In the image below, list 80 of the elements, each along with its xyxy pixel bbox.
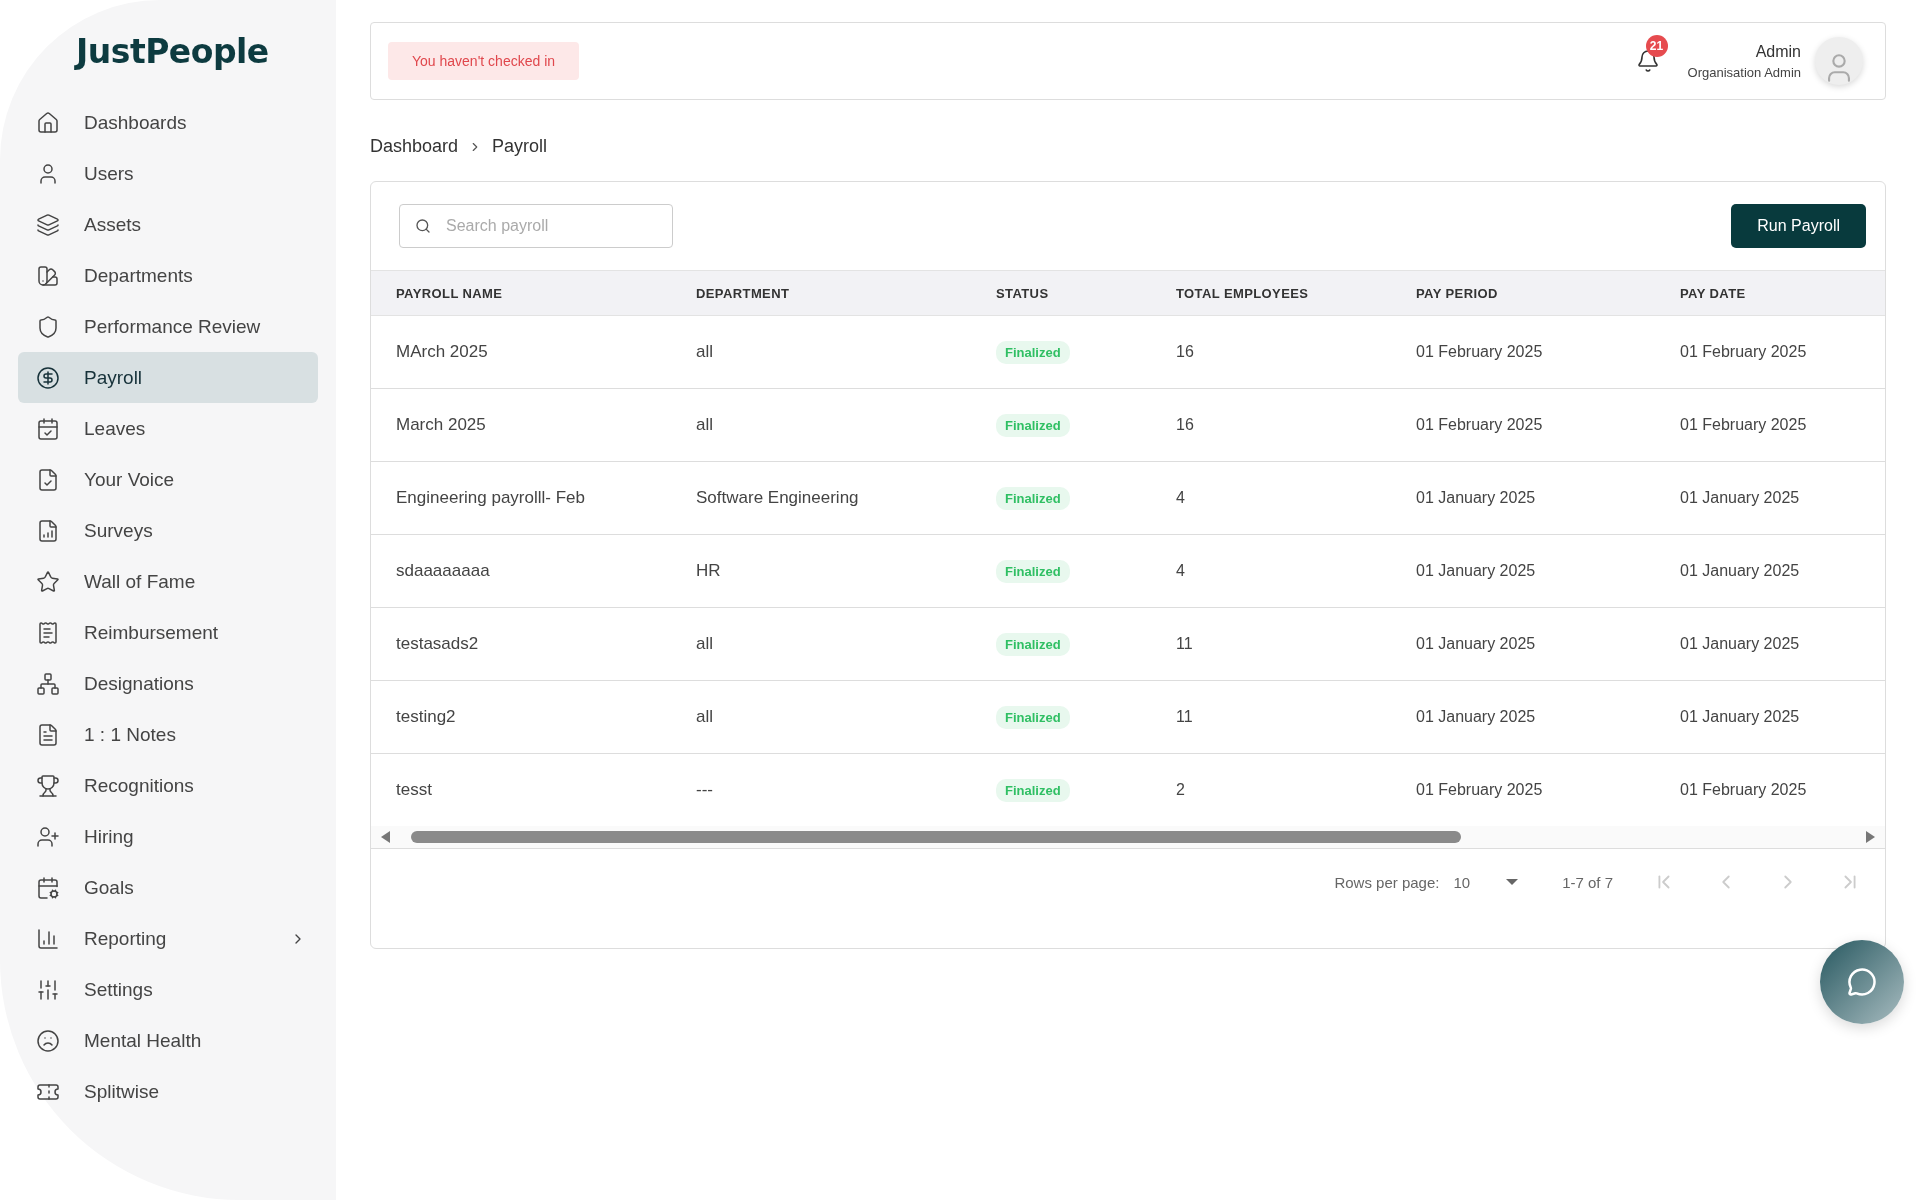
table-cell-text: 01 January 2025 xyxy=(1680,635,1801,653)
brand-logo: JustPeople xyxy=(76,32,269,71)
column-header: TOTAL EMPLOYEES xyxy=(1176,285,1310,301)
sidebar-item[interactable]: Settings xyxy=(18,964,318,1015)
table-cell-text: 4 xyxy=(1176,489,1186,507)
status-tag: Finalized xyxy=(996,705,1070,729)
rows-per-page-select[interactable]: 10 xyxy=(1453,873,1519,891)
column-header: PAY PERIOD xyxy=(1416,285,1499,301)
table-cell-text: Engineering payrolll- Feb xyxy=(396,488,586,508)
user-role: Organisation Admin xyxy=(1687,64,1801,80)
breadcrumb-item: Payroll xyxy=(492,136,548,157)
notification-badge: 21 xyxy=(1645,35,1668,57)
checkin-notice: You haven't checked in xyxy=(388,42,580,80)
table-cell-text: testing2 xyxy=(396,707,457,727)
sidebar-item[interactable]: Reporting xyxy=(18,913,318,964)
run-payroll-button[interactable]: Run Payroll xyxy=(1731,204,1866,248)
table-cell-text: 11 xyxy=(1176,708,1194,726)
table-cell-text: 16 xyxy=(1176,416,1195,434)
sidebar-item[interactable]: Your Voice xyxy=(18,454,318,505)
table-cell-text: 01 January 2025 xyxy=(1416,489,1537,507)
status-tag: Finalized xyxy=(996,559,1070,583)
search-field[interactable]: Search payroll xyxy=(399,204,673,248)
table-cell-text: sdaaaaaaaa xyxy=(396,561,491,581)
user-name: Admin xyxy=(1755,42,1801,61)
sidebar-item[interactable]: Designations xyxy=(18,658,318,709)
status-tag: Finalized xyxy=(996,413,1070,437)
sidebar-item[interactable]: Mental Health xyxy=(18,1015,318,1066)
sidebar-item[interactable]: Payroll xyxy=(18,352,318,403)
table-cell-text: all xyxy=(696,634,714,654)
table-cell-text: 01 January 2025 xyxy=(1416,708,1537,726)
table-cell-text: 11 xyxy=(1176,635,1194,653)
sidebar-item[interactable]: Users xyxy=(18,148,318,199)
table-cell-text: all xyxy=(696,342,714,362)
table-cell-text: Software Engineering xyxy=(696,488,860,508)
sidebar-item[interactable]: Departments xyxy=(18,250,318,301)
sidebar-item[interactable]: Goals xyxy=(18,862,318,913)
table-cell-text: 01 February 2025 xyxy=(1680,781,1808,799)
table-cell-text: 01 February 2025 xyxy=(1416,781,1544,799)
breadcrumb-item[interactable]: Dashboard xyxy=(370,136,459,157)
table-cell-text: 16 xyxy=(1176,343,1195,361)
table-cell-text: 01 February 2025 xyxy=(1680,416,1808,434)
table-cell-text: 4 xyxy=(1176,562,1186,580)
table-cell-text: HR xyxy=(696,561,722,581)
table-cell-text: 2 xyxy=(1176,781,1186,799)
table-cell-text: 01 January 2025 xyxy=(1680,708,1801,726)
column-header: PAY DATE xyxy=(1680,285,1747,301)
page-range: 1-7 of 7 xyxy=(1562,873,1613,891)
rows-per-page-label: Rows per page: xyxy=(1334,873,1440,891)
sidebar-item[interactable]: Performance Review xyxy=(18,301,318,352)
column-header: DEPARTMENT xyxy=(696,285,791,301)
table-cell-text: 01 January 2025 xyxy=(1680,562,1801,580)
sidebar-item[interactable]: Leaves xyxy=(18,403,318,454)
sidebar-item[interactable]: Splitwise xyxy=(18,1066,318,1117)
sidebar-item[interactable]: Reimbursement xyxy=(18,607,318,658)
column-header: PAYROLL NAME xyxy=(396,285,504,301)
sidebar-item[interactable]: Recognitions xyxy=(18,760,318,811)
sidebar-item[interactable]: Assets xyxy=(18,199,318,250)
sidebar-item[interactable]: Dashboards xyxy=(18,97,318,148)
sidebar-item[interactable]: Hiring xyxy=(18,811,318,862)
status-tag: Finalized xyxy=(996,778,1070,802)
status-tag: Finalized xyxy=(996,632,1070,656)
sidebar-item[interactable]: Wall of Fame xyxy=(18,556,318,607)
sidebar-item[interactable]: 1 : 1 Notes xyxy=(18,709,318,760)
table-cell-text: all xyxy=(696,415,714,435)
table-cell-text: 01 January 2025 xyxy=(1416,635,1537,653)
table-cell-text: testasads2 xyxy=(396,634,480,654)
table-cell-text: MArch 2025 xyxy=(396,342,489,362)
table-cell-text: tesst xyxy=(396,780,433,800)
status-tag: Finalized xyxy=(996,486,1070,510)
table-cell-text: 01 January 2025 xyxy=(1416,562,1537,580)
sidebar-item[interactable]: Surveys xyxy=(18,505,318,556)
status-tag: Finalized xyxy=(996,340,1070,364)
table-cell-text: --- xyxy=(696,780,714,800)
table-cell-text: all xyxy=(696,707,714,727)
table-cell-text: March 2025 xyxy=(396,415,487,435)
column-header: STATUS xyxy=(996,285,1050,301)
table-cell-text: 01 February 2025 xyxy=(1416,343,1544,361)
table-cell-text: 01 February 2025 xyxy=(1680,343,1808,361)
table-cell-text: 01 January 2025 xyxy=(1680,489,1801,507)
table-cell-text: 01 February 2025 xyxy=(1416,416,1544,434)
